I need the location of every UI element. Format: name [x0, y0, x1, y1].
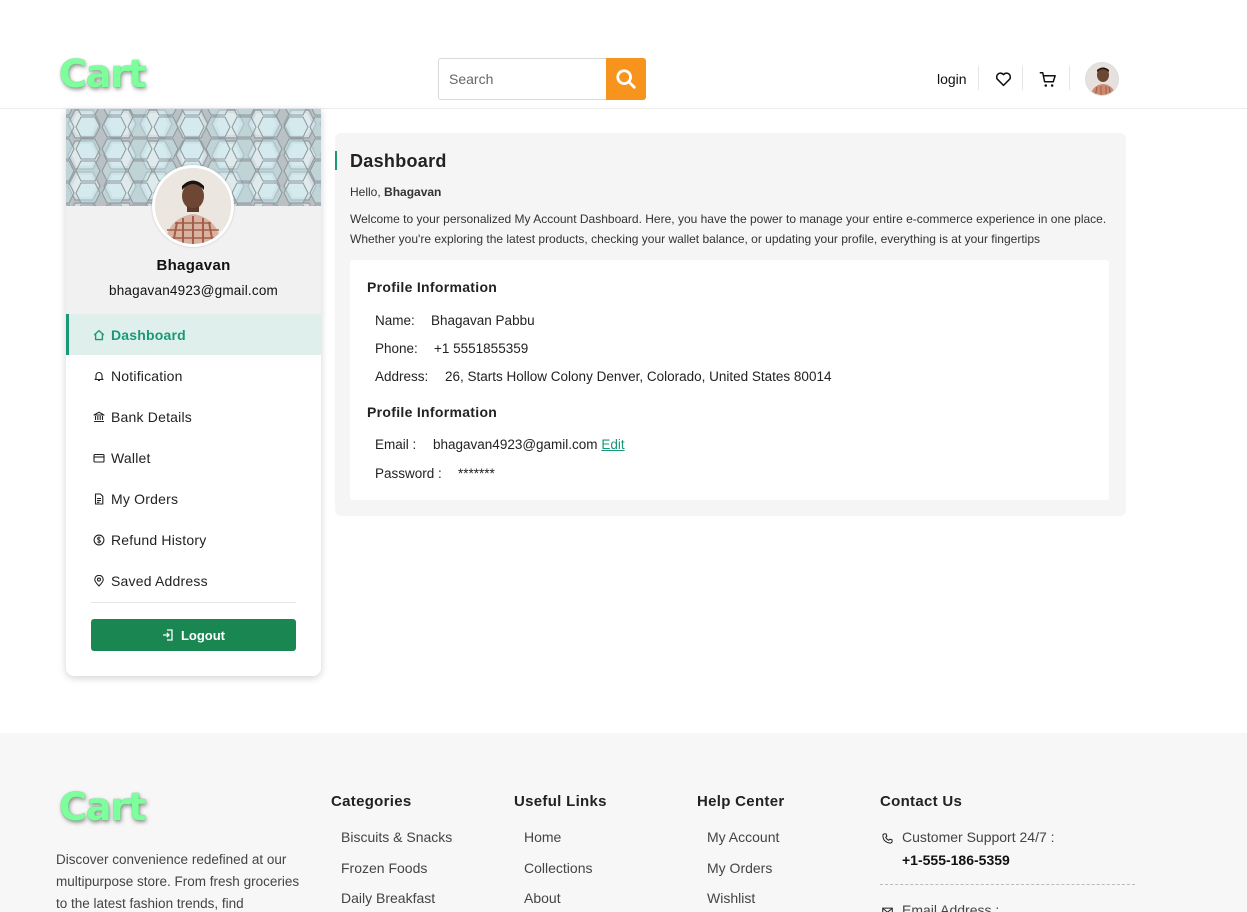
sidebar-item-refund-history[interactable]: Refund History	[66, 519, 321, 560]
sidebar-item-label: Refund History	[111, 531, 207, 548]
sidebar-item-my-orders[interactable]: My Orders	[66, 478, 321, 519]
sidebar-item-label: Saved Address	[111, 572, 208, 589]
cart-icon	[1039, 71, 1057, 88]
bell-icon	[93, 370, 105, 382]
greeting-name: Bhagavan	[384, 185, 442, 199]
footer-help-center-title: Help Center	[697, 793, 785, 810]
address-row: Address: 26, Starts Hollow Colony Denver,…	[375, 369, 831, 384]
mail-icon	[882, 902, 896, 912]
footer-link[interactable]: Collections	[524, 860, 607, 891]
footer-contact-title: Contact Us	[880, 793, 963, 810]
search-button[interactable]	[606, 58, 646, 100]
footer-categories: Categories Biscuits & Snacks Frozen Food…	[331, 793, 452, 912]
footer-link[interactable]: Wishlist	[707, 890, 785, 912]
sidebar-item-label: Notification	[111, 367, 183, 384]
welcome-text: Welcome to your personalized My Account …	[350, 212, 1107, 246]
footer-link[interactable]: About	[524, 890, 607, 912]
support-label: Customer Support 24/7 :	[902, 829, 1055, 845]
support-phone[interactable]: +1-555-186-5359	[902, 852, 1135, 868]
email-address-label: Email Address :	[902, 902, 1000, 912]
logout-button[interactable]: Logout	[91, 619, 296, 651]
footer-link[interactable]: Frozen Foods	[341, 860, 452, 891]
email-address-row: Email Address :	[882, 902, 1135, 912]
footer-categories-title: Categories	[331, 793, 412, 810]
contact-divider	[880, 884, 1135, 885]
sidebar-divider	[91, 602, 296, 603]
password-value: *******	[458, 466, 495, 481]
account-sidebar: Bhagavan bhagavan4923@gmail.com Dashboar…	[66, 109, 321, 676]
sidebar-item-label: Dashboard	[111, 326, 186, 343]
sidebar-item-bank-details[interactable]: Bank Details	[66, 396, 321, 437]
password-row: Password : *******	[375, 466, 495, 481]
bank-icon	[93, 411, 105, 423]
profile-info-card: Profile Information Name: Bhagavan Pabbu …	[350, 260, 1109, 500]
footer-useful-links-title: Useful Links	[514, 793, 607, 810]
footer-description: Discover convenience redefined at our mu…	[56, 852, 300, 911]
sidebar-item-wallet[interactable]: Wallet	[66, 437, 321, 478]
sidebar-item-label: Wallet	[111, 449, 151, 466]
name-value: Bhagavan Pabbu	[431, 313, 535, 328]
refund-icon	[93, 534, 105, 546]
footer-link[interactable]: My Account	[707, 829, 785, 860]
profile-name: Bhagavan	[156, 257, 231, 274]
user-avatar[interactable]	[1085, 62, 1119, 96]
logout-icon	[162, 629, 173, 641]
sidebar-item-notification[interactable]: Notification	[66, 355, 321, 396]
profile-avatar	[152, 165, 234, 247]
login-link[interactable]: login	[937, 71, 967, 87]
page-title: Dashboard	[350, 151, 447, 171]
footer-link[interactable]: Daily Breakfast	[341, 890, 452, 912]
account-info-heading: Profile Information	[367, 404, 498, 420]
footer-link[interactable]: Home	[524, 829, 607, 860]
password-label: Password :	[375, 466, 442, 481]
account-menu: Dashboard Notification Bank Details Wall…	[66, 314, 321, 601]
name-row: Name: Bhagavan Pabbu	[375, 313, 535, 328]
footer-help-center: Help Center My Account My Orders Wishlis…	[697, 793, 785, 912]
support-row: Customer Support 24/7 :	[882, 829, 1135, 847]
wishlist-button[interactable]	[992, 68, 1014, 90]
header-divider	[1022, 66, 1023, 90]
sidebar-item-label: Bank Details	[111, 408, 192, 425]
phone-label: Phone:	[375, 341, 418, 356]
logout-label: Logout	[180, 627, 226, 643]
address-value: 26, Starts Hollow Colony Denver, Colorad…	[445, 369, 832, 384]
footer-contact: Contact Us Customer Support 24/7 : +1-55…	[880, 793, 1135, 912]
address-label: Address:	[375, 369, 429, 384]
search-input[interactable]	[439, 59, 607, 99]
home-icon	[93, 329, 105, 341]
footer-link[interactable]: Biscuits & Snacks	[341, 829, 452, 860]
footer-link[interactable]: My Orders	[707, 860, 785, 891]
sidebar-item-dashboard[interactable]: Dashboard	[66, 314, 321, 355]
site-footer: Cart Discover convenience redefined at o…	[0, 733, 1247, 912]
sidebar-item-saved-address[interactable]: Saved Address	[66, 560, 321, 601]
wallet-icon	[93, 452, 105, 464]
location-icon	[93, 574, 105, 587]
name-label: Name:	[375, 313, 415, 328]
phone-value: +1 5551855359	[434, 341, 529, 356]
edit-email-link[interactable]: Edit	[601, 437, 624, 452]
search-icon	[615, 68, 637, 90]
title-accent-bar	[335, 151, 337, 170]
phone-icon	[882, 829, 896, 847]
greeting-prefix: Hello,	[350, 185, 381, 199]
phone-row: Phone: +1 5551855359	[375, 341, 528, 356]
sidebar-item-label: My Orders	[111, 490, 179, 507]
greeting: Hello, Bhagavan	[350, 185, 441, 199]
profile-info-heading: Profile Information	[367, 279, 498, 295]
profile-email: bhagavan4923@gmail.com	[109, 283, 278, 298]
header-divider	[1069, 66, 1070, 90]
footer-useful-links: Useful Links Home Collections About	[514, 793, 607, 912]
heart-icon	[995, 71, 1012, 87]
search-bar	[438, 58, 646, 100]
email-label: Email :	[375, 437, 417, 452]
email-row: Email : bhagavan4923@gamil.com Edit	[375, 437, 625, 452]
orders-icon	[93, 492, 105, 505]
dashboard-panel: Dashboard Hello, Bhagavan Welcome to you…	[335, 133, 1126, 516]
site-logo[interactable]: Cart	[59, 52, 146, 96]
footer-logo[interactable]: Cart	[59, 785, 146, 829]
site-header: Cart login	[0, 0, 1247, 109]
header-divider	[978, 66, 979, 90]
cart-button[interactable]	[1037, 68, 1059, 90]
email-value: bhagavan4923@gamil.com	[433, 437, 598, 452]
